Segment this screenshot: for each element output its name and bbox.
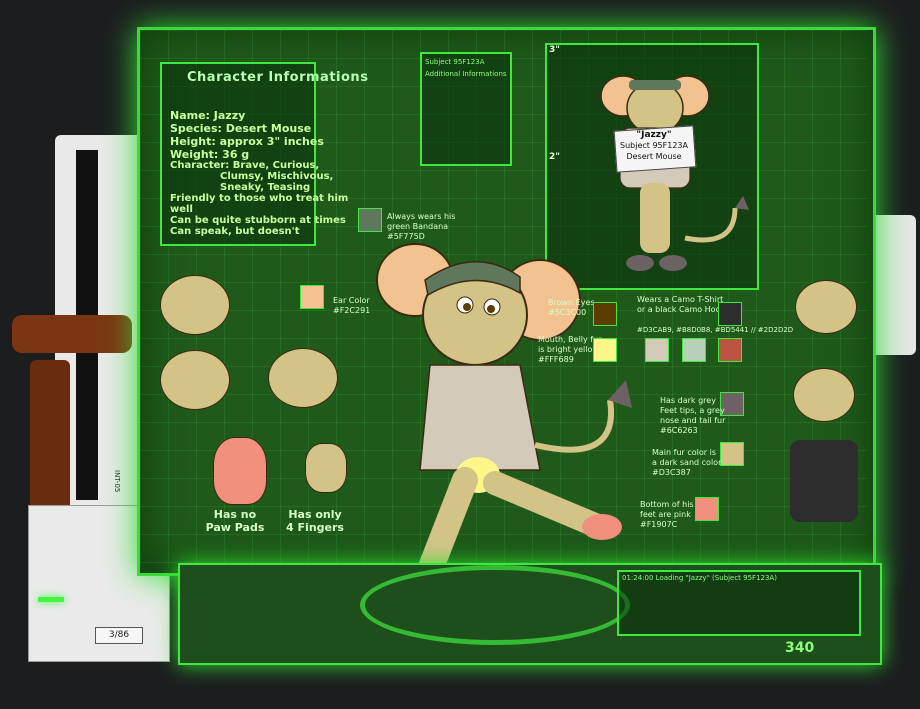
copper-pipe-upper: [12, 315, 132, 353]
expression-head-3: [268, 348, 338, 408]
hand-illustration: [305, 443, 347, 493]
hoodie-swatch: [718, 302, 742, 326]
status-light: [38, 597, 64, 602]
paw-pads-line-2: Paw Pads: [205, 521, 265, 534]
machine-label: INT-05: [113, 470, 121, 493]
info-title: Character Informations: [187, 70, 369, 85]
character-line-4: Friendly to those who treat him: [170, 193, 349, 204]
expression-head-5: [793, 368, 855, 422]
ruler-2in: 2": [549, 152, 560, 162]
camo-swatch-1: [645, 338, 669, 362]
bandana-line-1: Always wears his: [387, 212, 456, 221]
subject-sub: Additional Informations: [425, 70, 507, 78]
eye-swatch: [593, 302, 617, 326]
ear-code: #F2C291: [333, 306, 371, 315]
sign-line-1: "Jazzy": [636, 130, 672, 140]
fur-swatch: [720, 442, 744, 466]
feet-line-2: feet are pink: [640, 510, 691, 519]
belly-swatch: [593, 338, 617, 362]
fur-line-1: Main fur color is: [652, 448, 716, 457]
feet-line-1: Bottom of his: [640, 500, 694, 509]
ruler-3in: 3": [549, 45, 560, 55]
counter-display: 3/86: [95, 627, 143, 644]
eyes-line-1: Brown Eyes: [548, 298, 595, 307]
hud-number: 340: [785, 640, 815, 656]
feet-swatch: [695, 497, 719, 521]
ear-swatch: [300, 285, 324, 309]
ear-line-1: Ear Color: [333, 296, 370, 305]
teleport-ring: [360, 565, 630, 645]
expression-head-1: [160, 275, 230, 335]
bandana-line-2: green Bandana: [387, 222, 449, 231]
bandana-swatch: [358, 208, 382, 232]
sign-line-3: Desert Mouse: [626, 152, 682, 161]
grey-code: #6C6263: [660, 426, 698, 435]
mouth-line-1: Mouth, Belly fur: [538, 335, 602, 344]
fingers-line-1: Has only: [288, 508, 342, 521]
loading-line: 01:24:00 Loading "Jazzy" (Subject 95F123…: [622, 574, 777, 582]
fur-code: #D3C387: [652, 468, 691, 477]
camo-swatch-2: [682, 338, 706, 362]
shirt-codes: #D3CAB9, #B8D0B8, #BD5441 // #2D2D2D: [637, 326, 794, 334]
mouth-line-2: is bright yellow: [538, 345, 599, 354]
feet-code: #F1907C: [640, 520, 678, 529]
character-line-7: Can speak, but doesn't: [170, 226, 300, 237]
eyes-code: #5C3C00: [548, 308, 587, 317]
main-mouse-illustration: [376, 243, 632, 601]
grey-line-2: Feet tips, a grey: [660, 406, 725, 415]
foot-illustration: [213, 437, 267, 505]
expression-head-4: [795, 280, 857, 334]
sign-line-2: Subject 95F123A: [620, 141, 688, 150]
shirt-line-1: Wears a Camo T-Shirt: [637, 295, 724, 304]
camo-hoodie: [790, 440, 858, 522]
fur-line-2: a dark sand color: [652, 458, 722, 467]
bandana-code: #5F775D: [387, 232, 425, 241]
mouth-code: #FFF689: [538, 355, 574, 364]
paw-pads-line-1: Has no: [213, 508, 257, 521]
camo-swatch-3: [718, 338, 742, 362]
grey-line-3: nose and tail fur: [660, 416, 726, 425]
fingers-line-2: 4 Fingers: [286, 521, 344, 534]
subject-header: Subject 95F123A: [425, 58, 485, 66]
grey-line-1: Has dark grey: [660, 396, 716, 405]
expression-head-2: [160, 350, 230, 410]
copper-pipe-lower: [30, 360, 70, 510]
